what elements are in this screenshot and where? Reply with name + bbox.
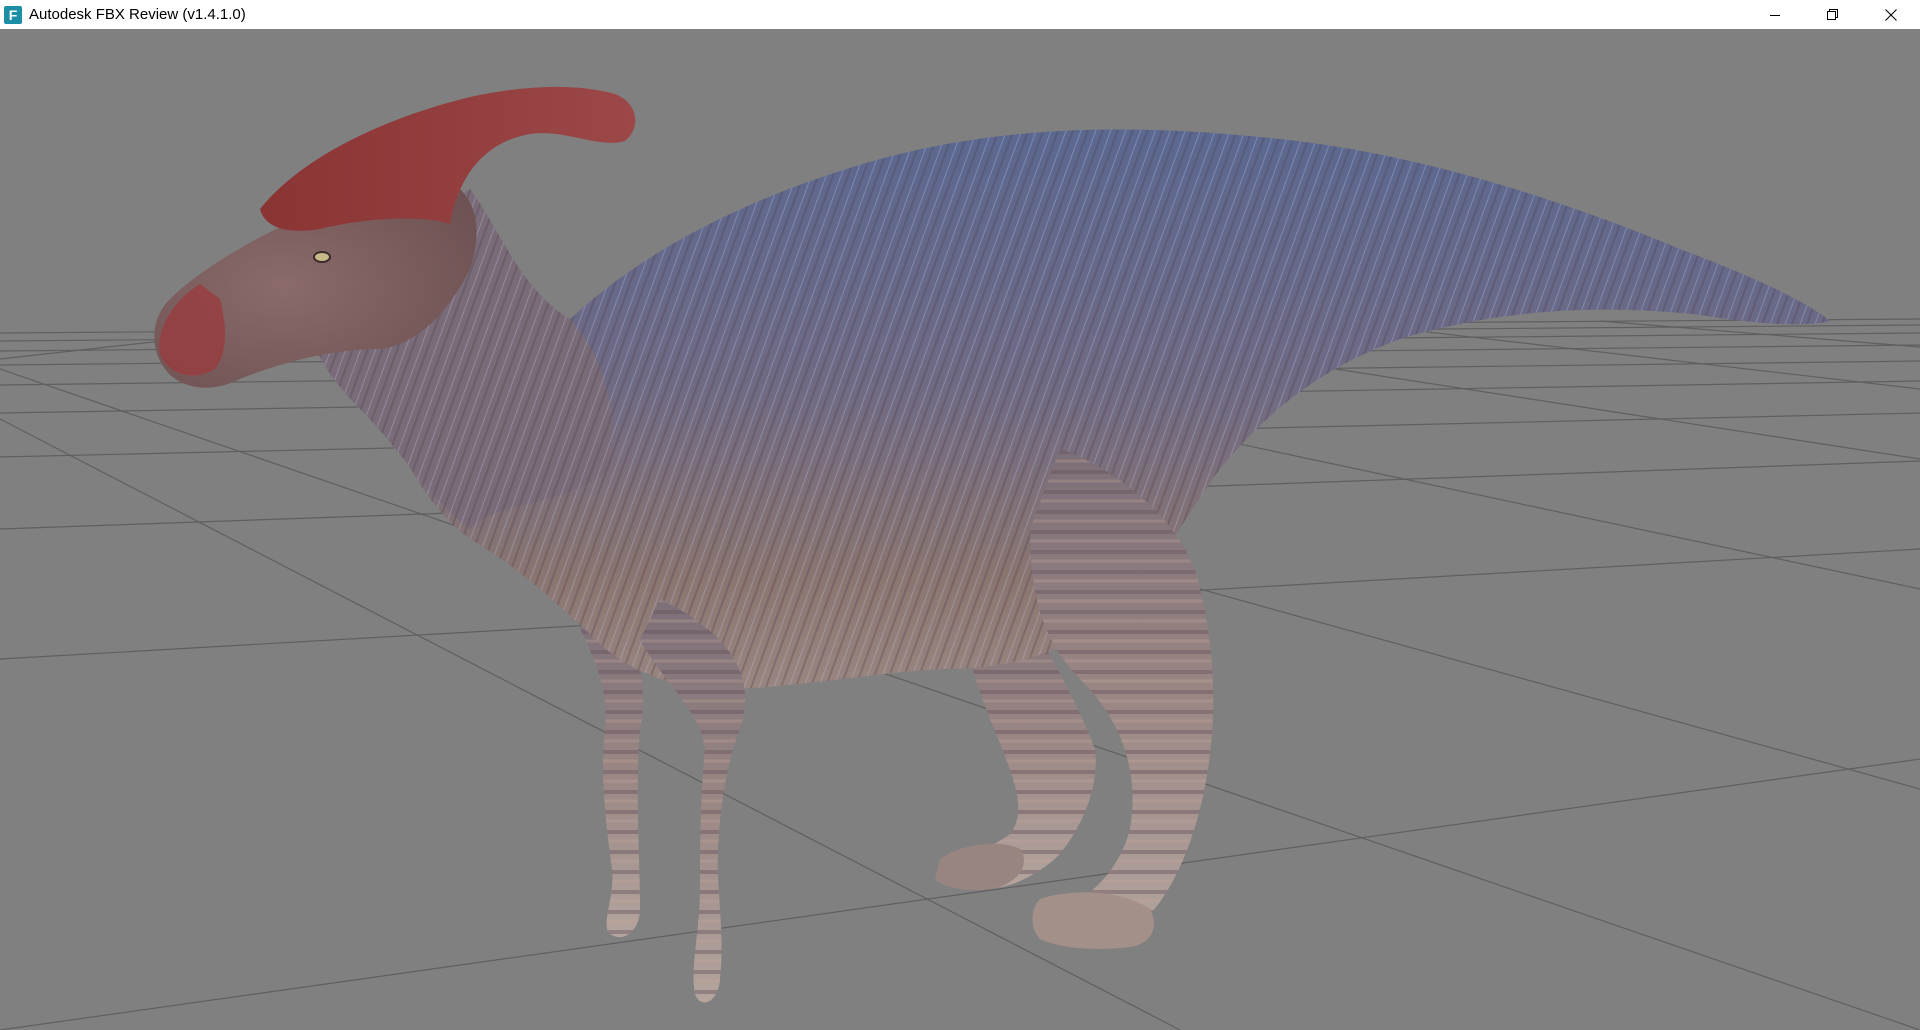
close-button[interactable] <box>1862 0 1920 29</box>
fbx-app-icon: F <box>4 5 22 24</box>
near-front-leg-stripes <box>640 599 746 1003</box>
3d-viewport[interactable] <box>0 29 1920 1030</box>
eye <box>313 251 331 263</box>
title-bar[interactable]: F Autodesk FBX Review (v1.4.1.0) <box>0 0 1920 29</box>
minimize-button[interactable] <box>1746 0 1804 29</box>
restore-icon <box>1827 8 1838 20</box>
window-title: Autodesk FBX Review (v1.4.1.0) <box>29 6 246 23</box>
minimize-icon <box>1770 14 1780 16</box>
restore-button[interactable] <box>1804 0 1862 29</box>
parasaurolophus-model[interactable] <box>154 86 1830 1003</box>
fbx-review-window: F Autodesk FBX Review (v1.4.1.0) <box>0 0 1920 1030</box>
snout <box>159 284 225 376</box>
head-crest <box>260 86 636 231</box>
window-controls <box>1746 0 1920 29</box>
close-icon <box>1885 8 1897 21</box>
viewport-scene <box>0 86 1920 1030</box>
